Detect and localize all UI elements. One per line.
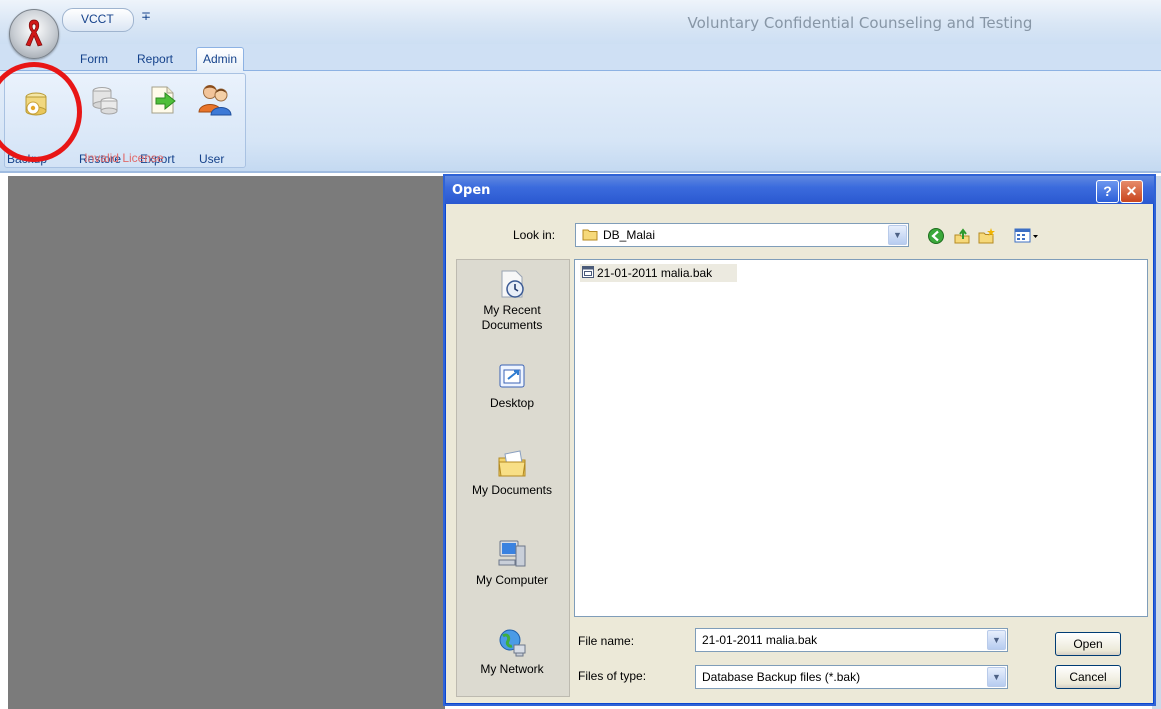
files-of-type-label: Files of type:	[578, 669, 647, 683]
new-folder-icon[interactable]	[978, 227, 996, 245]
desktop-icon	[499, 364, 525, 388]
view-menu-icon[interactable]	[1014, 227, 1040, 245]
files-of-type-value: Database Backup files (*.bak)	[702, 670, 861, 684]
tab-report[interactable]: Report	[133, 49, 177, 69]
dialog-title: Open	[452, 183, 491, 198]
close-button[interactable]: ✕	[1120, 180, 1143, 203]
look-in-value: DB_Malai	[603, 228, 656, 242]
place-my-computer[interactable]: My Computer	[456, 538, 568, 588]
folder-icon	[582, 229, 598, 241]
place-label: Desktop	[489, 396, 535, 410]
look-in-label: Look in:	[513, 228, 556, 242]
look-in-dropdown[interactable]: DB_Malai ▼	[575, 223, 909, 247]
window-title: Voluntary Confidential Counseling and Te…	[687, 14, 1033, 32]
place-label: My Computer	[475, 573, 549, 587]
place-desktop[interactable]: Desktop	[456, 361, 568, 411]
place-my-network[interactable]: My Network	[456, 627, 568, 677]
restore-database-icon	[92, 87, 118, 115]
open-button[interactable]: Open	[1055, 632, 1121, 656]
open-dialog-titlebar	[445, 176, 1154, 204]
place-label: My Documents	[471, 483, 553, 497]
file-name-label: File name:	[578, 634, 635, 648]
help-button[interactable]: ?	[1096, 180, 1119, 203]
place-my-recent-documents[interactable]: My Recent Documents	[456, 268, 568, 333]
quick-access-vcct-button[interactable]: VCCT	[62, 8, 134, 32]
red-ribbon-icon	[25, 19, 43, 47]
chevron-down-icon[interactable]: ▼	[987, 630, 1006, 650]
quick-access-label: VCCT	[81, 12, 114, 26]
file-name: 21-01-2011 malia.bak	[597, 266, 713, 280]
file-name-input[interactable]: 21-01-2011 malia.bak ▼	[695, 628, 1008, 652]
file-name-value: 21-01-2011 malia.bak	[702, 633, 818, 647]
place-label: My Recent Documents	[481, 303, 543, 332]
recent-documents-icon	[501, 270, 524, 298]
place-label: My Network	[480, 662, 544, 676]
tab-form[interactable]: Form	[76, 49, 112, 69]
file-list[interactable]	[574, 259, 1148, 617]
cancel-button[interactable]: Cancel	[1055, 665, 1121, 689]
up-one-level-icon[interactable]	[953, 227, 971, 245]
application-menu-button[interactable]	[9, 9, 59, 59]
file-item[interactable]: 21-01-2011 malia.bak	[580, 264, 737, 282]
database-file-icon	[582, 266, 594, 278]
files-of-type-dropdown[interactable]: Database Backup files (*.bak) ▼	[695, 665, 1008, 689]
tab-admin[interactable]: Admin	[196, 47, 245, 71]
place-my-documents[interactable]: My Documents	[456, 448, 568, 498]
export-arrow-icon	[151, 86, 176, 114]
my-network-icon	[499, 629, 526, 657]
chevron-down-icon[interactable]: ▼	[888, 225, 907, 245]
mdi-workspace	[8, 176, 445, 709]
users-icon	[198, 85, 232, 116]
my-computer-icon	[498, 540, 526, 567]
back-icon[interactable]	[927, 227, 945, 245]
quick-access-dropdown-icon[interactable]: ∓	[141, 9, 151, 23]
chevron-down-icon[interactable]: ▼	[987, 667, 1006, 687]
my-documents-icon	[498, 450, 526, 477]
